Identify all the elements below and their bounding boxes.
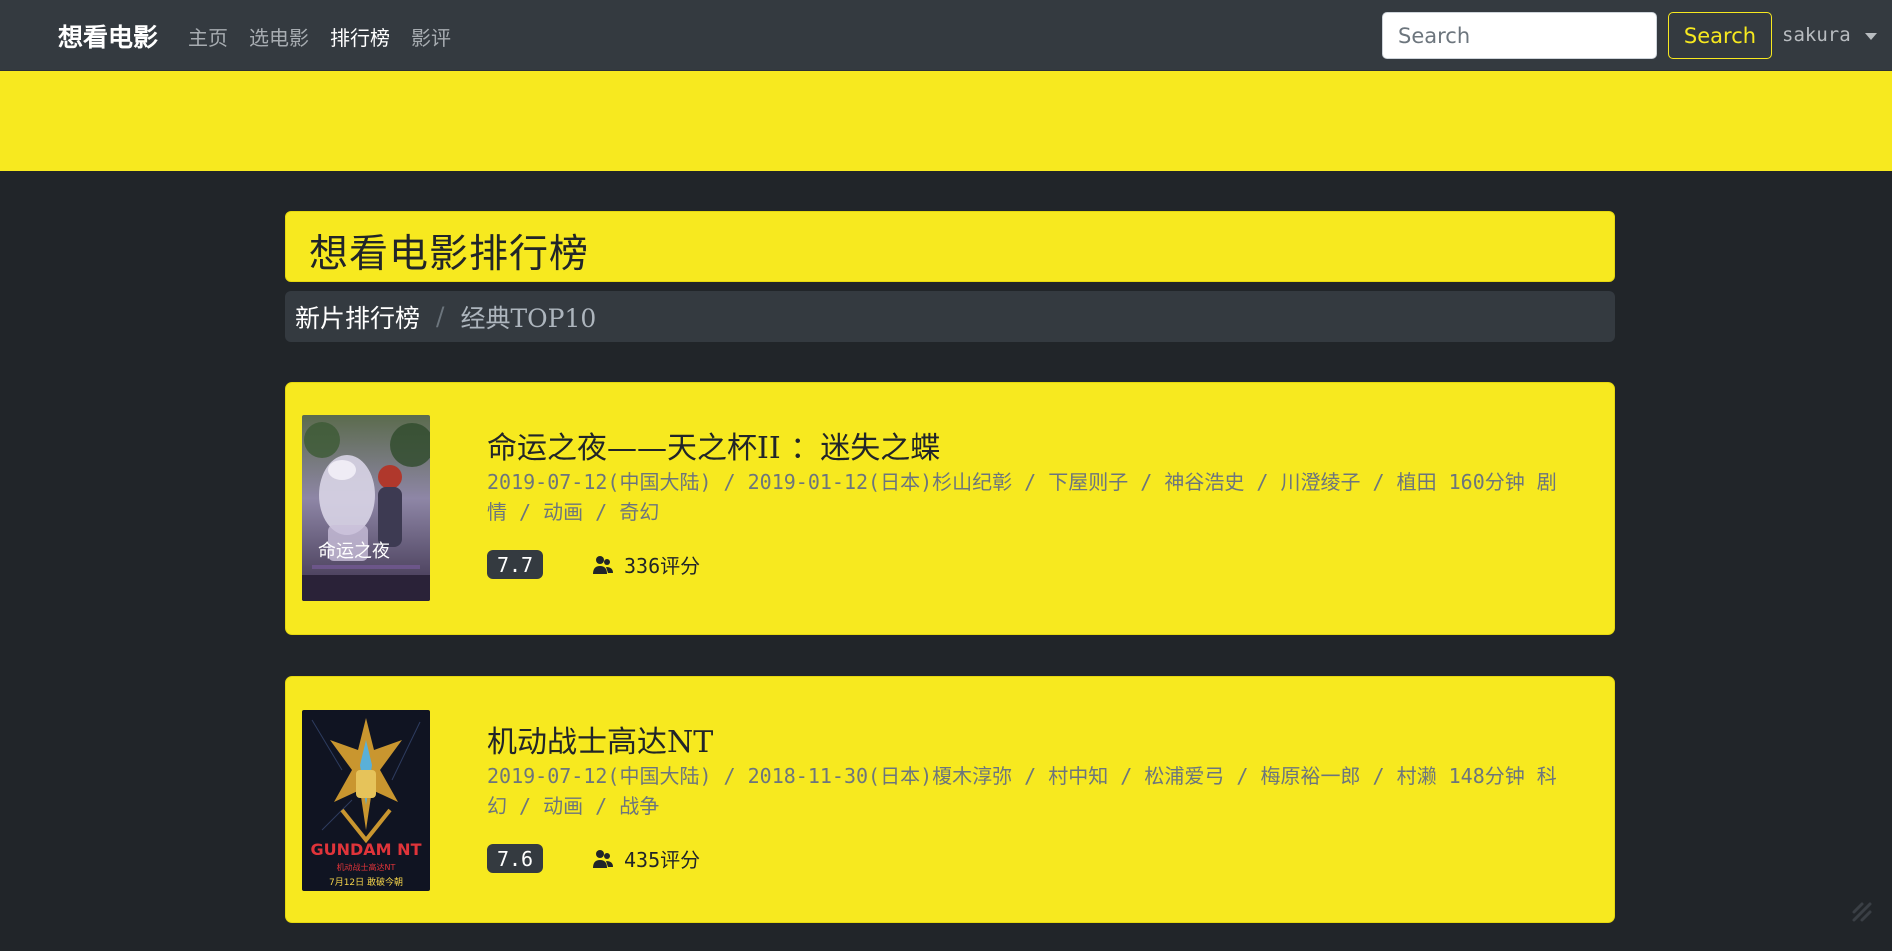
- movie-poster[interactable]: GUNDAM NT 机动战士高达NT 7月12日 敢破今朝: [302, 710, 430, 891]
- people-icon: [593, 555, 613, 574]
- search-button[interactable]: Search: [1668, 12, 1772, 59]
- movie-info-line: 幻 / 动画 / 战争: [487, 794, 660, 818]
- movie-info: 2019-07-12(中国大陆) / 2018-11-30(日本)榎木淳弥 / …: [487, 761, 1577, 821]
- breadcrumb-classic-top10[interactable]: 经典TOP10: [460, 299, 596, 335]
- navbar: 想看电影 主页 选电影 排行榜 影评 Search sakura: [0, 0, 1892, 71]
- search-input[interactable]: [1382, 12, 1657, 59]
- people-icon: [593, 849, 613, 868]
- nav-link-reviews[interactable]: 影评: [411, 22, 451, 51]
- movie-info: 2019-07-12(中国大陆) / 2019-01-12(日本)杉山纪彰 / …: [487, 467, 1577, 527]
- username: sakura: [1782, 24, 1851, 46]
- hero-banner: [0, 71, 1892, 171]
- vote-count: 336评分: [592, 550, 700, 579]
- movie-card[interactable]: GUNDAM NT 机动战士高达NT 7月12日 敢破今朝 机动战士高达NT 2…: [285, 676, 1615, 923]
- movie-card[interactable]: 命运之夜 命运之夜——天之杯II ：迷失之蝶 2019-07-12(中国大陆) …: [285, 382, 1615, 635]
- nav-link-home[interactable]: 主页: [188, 22, 228, 51]
- movie-info-line: 2019-07-12(中国大陆) / 2019-01-12(日本)杉山纪彰 / …: [487, 470, 1557, 494]
- vote-count-text: 435评分: [624, 848, 701, 872]
- anime-poster-gundam-icon: GUNDAM NT 机动战士高达NT 7月12日 敢破今朝: [302, 710, 430, 891]
- breadcrumb-separator: /: [436, 302, 445, 331]
- movie-poster[interactable]: 命运之夜: [302, 415, 430, 601]
- page-title-card: 想看电影排行榜: [285, 211, 1615, 282]
- user-menu-dropdown[interactable]: sakura: [1782, 24, 1877, 46]
- back-to-top-icon[interactable]: [1850, 900, 1874, 924]
- rating-badge: 7.7: [487, 550, 543, 579]
- movie-info-line: 2019-07-12(中国大陆) / 2018-11-30(日本)榎木淳弥 / …: [487, 764, 1557, 788]
- vote-count-text: 336评分: [624, 554, 701, 578]
- rating-badge: 7.6: [487, 844, 543, 873]
- movie-title[interactable]: 机动战士高达NT: [487, 717, 713, 761]
- brand-logo[interactable]: 想看电影: [58, 18, 158, 54]
- page-title: 想看电影排行榜: [309, 232, 590, 277]
- nav-link-rankings[interactable]: 排行榜: [330, 22, 390, 51]
- nav-link-choose-movie[interactable]: 选电影: [249, 22, 309, 51]
- movie-info-line: 情 / 动画 / 奇幻: [487, 500, 660, 524]
- vote-count: 435评分: [592, 844, 700, 873]
- breadcrumb-new-releases[interactable]: 新片排行榜: [295, 299, 420, 335]
- svg-text:机动战士高达NT: 机动战士高达NT: [337, 862, 396, 872]
- svg-text:7月12日 敢破今朝: 7月12日 敢破今朝: [329, 876, 403, 888]
- svg-text:命运之夜: 命运之夜: [318, 541, 390, 562]
- movie-title[interactable]: 命运之夜——天之杯II ：迷失之蝶: [487, 423, 940, 467]
- breadcrumb: 新片排行榜 / 经典TOP10: [285, 291, 1615, 342]
- anime-poster-fate-icon: 命运之夜: [302, 415, 430, 601]
- caret-down-icon: [1864, 32, 1877, 40]
- nav-links: 主页 选电影 排行榜 影评: [188, 22, 472, 51]
- svg-text:GUNDAM NT: GUNDAM NT: [311, 840, 422, 859]
